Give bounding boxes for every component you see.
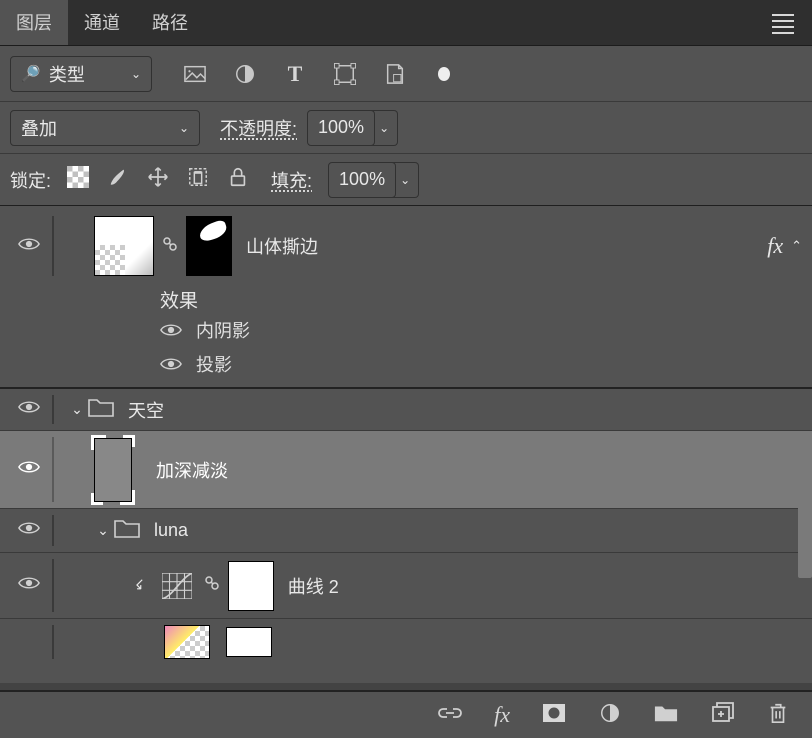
layer-mask-thumbnail[interactable] [228, 561, 274, 611]
fx-icon[interactable]: fx [494, 702, 510, 728]
layer-name[interactable]: 山体撕边 [246, 233, 318, 259]
layer-mask-thumbnail[interactable] [186, 216, 232, 276]
tab-paths[interactable]: 路径 [136, 0, 204, 45]
layer-mask-thumbnail[interactable] [226, 627, 272, 657]
visibility-toggle-icon[interactable] [18, 575, 40, 591]
visibility-toggle-icon[interactable] [160, 322, 182, 338]
opacity-label[interactable]: 不透明度: [220, 115, 297, 141]
effect-inner-shadow[interactable]: 内阴影 [196, 317, 250, 343]
add-layer-icon[interactable] [710, 702, 734, 729]
layer-name[interactable]: 曲线 2 [288, 573, 339, 599]
blend-mode-dropdown[interactable]: 叠加 ⌄ [10, 110, 200, 146]
group-collapse-chevron[interactable]: ⌄ [68, 401, 86, 418]
filter-type-layer-icon[interactable]: T [282, 63, 308, 85]
group-name[interactable]: luna [154, 520, 188, 541]
lock-artboard-icon[interactable] [187, 166, 209, 193]
filter-adjustment-icon[interactable] [232, 63, 258, 85]
scrollbar-thumb[interactable] [798, 438, 812, 578]
lock-position-icon[interactable] [147, 166, 169, 193]
link-icon[interactable] [204, 575, 220, 596]
opacity-value-field[interactable]: 100% [307, 110, 375, 146]
fx-collapse-chevron[interactable]: ⌃ [791, 238, 802, 254]
add-adjustment-icon[interactable] [598, 702, 622, 729]
clip-arrow-icon: ↳ [130, 575, 150, 595]
opacity-chevron[interactable]: ⌄ [371, 110, 398, 146]
folder-icon[interactable] [114, 517, 140, 544]
tab-layers[interactable]: 图层 [0, 0, 68, 45]
visibility-toggle-icon[interactable] [18, 399, 40, 415]
filter-toggle-pill[interactable] [432, 63, 450, 85]
blend-mode-value: 叠加 [21, 115, 57, 141]
layer-name[interactable]: 加深减淡 [156, 457, 228, 483]
lock-transparent-icon[interactable] [67, 166, 89, 193]
filter-type-dropdown[interactable]: 🔍 类型 ⌄ [10, 56, 152, 92]
visibility-toggle-icon[interactable] [18, 459, 40, 475]
effect-drop-shadow[interactable]: 投影 [196, 351, 232, 377]
filter-shape-icon[interactable] [332, 63, 358, 85]
fx-header: 效果 [0, 286, 812, 313]
lock-label: 锁定: [10, 167, 51, 193]
fill-chevron[interactable]: ⌄ [392, 162, 419, 198]
panel-menu-icon[interactable] [772, 12, 794, 33]
visibility-toggle-icon[interactable] [18, 236, 40, 252]
layer-thumbnail[interactable] [94, 438, 132, 502]
filter-type-label: 类型 [49, 61, 85, 87]
adjustment-curves-thumbnail[interactable] [158, 571, 196, 601]
visibility-toggle-icon[interactable] [160, 356, 182, 372]
chevron-down-icon: ⌄ [131, 67, 141, 81]
delete-icon[interactable] [766, 702, 790, 729]
add-mask-icon[interactable] [542, 702, 566, 729]
filter-smartobject-icon[interactable] [382, 63, 408, 85]
fx-badge[interactable]: fx [767, 233, 783, 259]
lock-brush-icon[interactable] [107, 166, 129, 193]
fill-value-field[interactable]: 100% [328, 162, 396, 198]
visibility-toggle-icon[interactable] [18, 520, 40, 536]
lock-all-icon[interactable] [227, 166, 249, 193]
filter-pixel-icon[interactable] [182, 63, 208, 85]
group-collapse-chevron[interactable]: ⌄ [94, 522, 112, 539]
layer-thumbnail[interactable] [164, 625, 210, 659]
tab-channels[interactable]: 通道 [68, 0, 136, 45]
fill-label[interactable]: 填充: [271, 167, 312, 193]
link-icon[interactable] [162, 236, 178, 257]
layer-thumbnail[interactable] [94, 216, 154, 276]
folder-icon[interactable] [88, 396, 114, 423]
group-name[interactable]: 天空 [128, 397, 164, 423]
link-layers-icon[interactable] [438, 702, 462, 729]
search-icon: 🔍 [21, 64, 41, 84]
add-group-icon[interactable] [654, 702, 678, 729]
chevron-down-icon: ⌄ [179, 121, 189, 135]
